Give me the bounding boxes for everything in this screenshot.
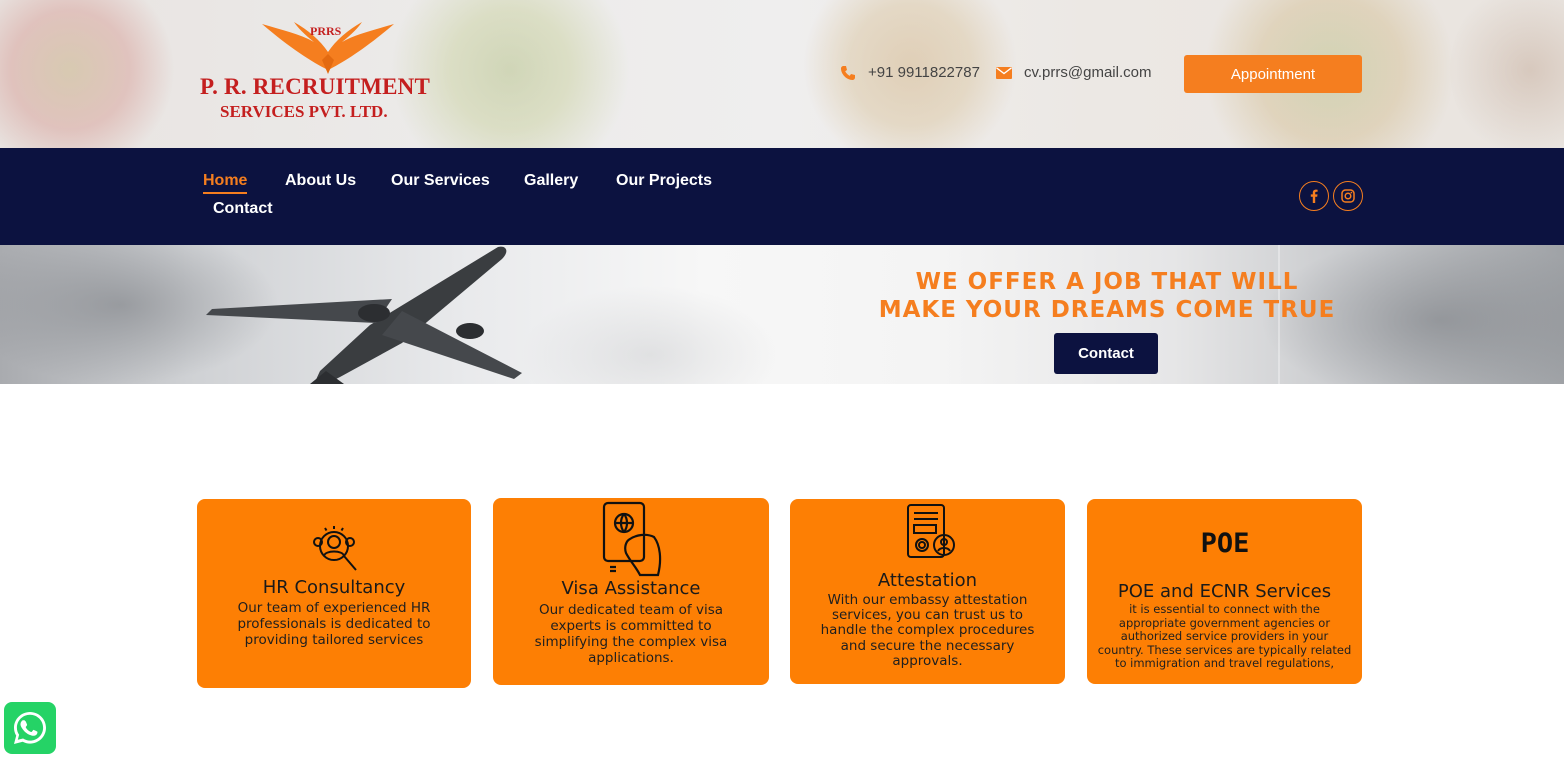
card-description: it is essential to connect with the appr… [1089, 602, 1360, 671]
facebook-icon [1310, 189, 1318, 203]
card-desc-line: handle the complex procedures [820, 622, 1035, 639]
header-background-art [1450, 0, 1564, 148]
visa-passport-icon [493, 501, 769, 579]
card-desc-line: it is essential to connect with the [1129, 602, 1320, 616]
nav-item-contact[interactable]: Contact [213, 200, 273, 218]
cloud-decoration [520, 285, 780, 384]
logo-line-2: SERVICES PVT. LTD. [220, 102, 388, 121]
page: PRRS P. R. RECRUITMENT SERVICES PVT. LTD… [0, 0, 1564, 769]
card-title: POE and ECNR Services [1117, 581, 1332, 602]
nav-item-about-us[interactable]: About Us [285, 172, 356, 190]
airplane-image [206, 246, 522, 384]
company-logo[interactable]: PRRS P. R. RECRUITMENT SERVICES PVT. LTD… [198, 18, 438, 128]
card-desc-line: professionals is dedicated to [237, 616, 431, 632]
card-desc-line: to immigration and travel regulations, [1114, 656, 1335, 671]
envelope-icon [996, 65, 1012, 81]
facebook-button[interactable] [1299, 181, 1329, 211]
header-background-art [0, 0, 180, 148]
logo-badge-text: PRRS [310, 24, 342, 38]
hero-title: WE OFFER A JOB THAT WILL MAKE YOUR DREAM… [860, 268, 1354, 324]
hero-title-line-2: MAKE YOUR DREAMS COME TRUE [878, 297, 1336, 323]
nav-item-our-projects[interactable]: Our Projects [616, 172, 712, 190]
hr-consultancy-icon [197, 524, 471, 574]
card-desc-line: simplifying the complex visa [534, 634, 728, 650]
card-desc-line: Our team of experienced HR [237, 600, 431, 616]
card-desc-line: authorized service providers in your [1120, 629, 1329, 644]
poe-icon: POE [1087, 517, 1362, 561]
card-description: Our dedicated team of visa experts is co… [513, 602, 749, 666]
card-desc-line: experts is committed to [550, 618, 712, 634]
top-header: PRRS P. R. RECRUITMENT SERVICES PVT. LTD… [0, 0, 1564, 148]
nav-item-home[interactable]: Home [203, 172, 248, 194]
hero-contact-button[interactable]: Contact [1054, 333, 1158, 374]
instagram-button[interactable] [1333, 181, 1363, 211]
card-desc-line: approvals. [892, 652, 963, 669]
whatsapp-icon [14, 712, 46, 744]
instagram-icon [1341, 189, 1355, 203]
service-card-attestation[interactable]: Attestation With our embassy attestation… [790, 499, 1065, 684]
logo-line-1: P. R. RECRUITMENT [200, 74, 431, 99]
nav-item-gallery[interactable]: Gallery [524, 172, 578, 190]
service-card-hr-consultancy[interactable]: HR Consultancy Our team of experienced H… [197, 499, 471, 688]
whatsapp-button[interactable] [4, 702, 56, 754]
hero-title-line-1: WE OFFER A JOB THAT WILL [915, 269, 1299, 295]
card-description: With our embassy attestation services, y… [808, 592, 1047, 669]
poe-icon-text: POE [1201, 528, 1249, 559]
card-desc-line: With our embassy attestation [827, 592, 1028, 608]
phone-number: +91 9911822787 [868, 64, 980, 81]
card-title: Visa Assistance [561, 578, 701, 599]
card-desc-line: providing tailored services [244, 632, 424, 648]
phone-contact[interactable]: +91 9911822787 [840, 64, 980, 81]
main-navbar [0, 148, 1564, 245]
card-desc-line: country. These services are typically re… [1097, 642, 1352, 657]
card-title: HR Consultancy [262, 577, 406, 598]
card-desc-line: services, you can trust us to [831, 607, 1024, 624]
service-card-poe-ecnr[interactable]: POE POE and ECNR Services it is essentia… [1087, 499, 1362, 684]
email-contact[interactable]: cv.prrs@gmail.com [996, 64, 1151, 81]
nav-item-our-services[interactable]: Our Services [391, 172, 490, 190]
appointment-button[interactable]: Appointment [1184, 55, 1362, 93]
phone-icon [840, 65, 856, 81]
card-desc-line: applications. [588, 650, 674, 666]
email-address: cv.prrs@gmail.com [1024, 64, 1152, 81]
service-card-visa-assistance[interactable]: Visa Assistance Our dedicated team of vi… [493, 498, 769, 685]
attestation-certificate-icon [790, 503, 1065, 561]
card-desc-line: Our dedicated team of visa [538, 602, 724, 618]
card-title: Attestation [877, 570, 978, 591]
card-desc-line: appropriate government agencies or [1118, 615, 1331, 630]
card-description: Our team of experienced HR professionals… [217, 600, 451, 648]
card-desc-line: and secure the necessary [840, 637, 1015, 654]
